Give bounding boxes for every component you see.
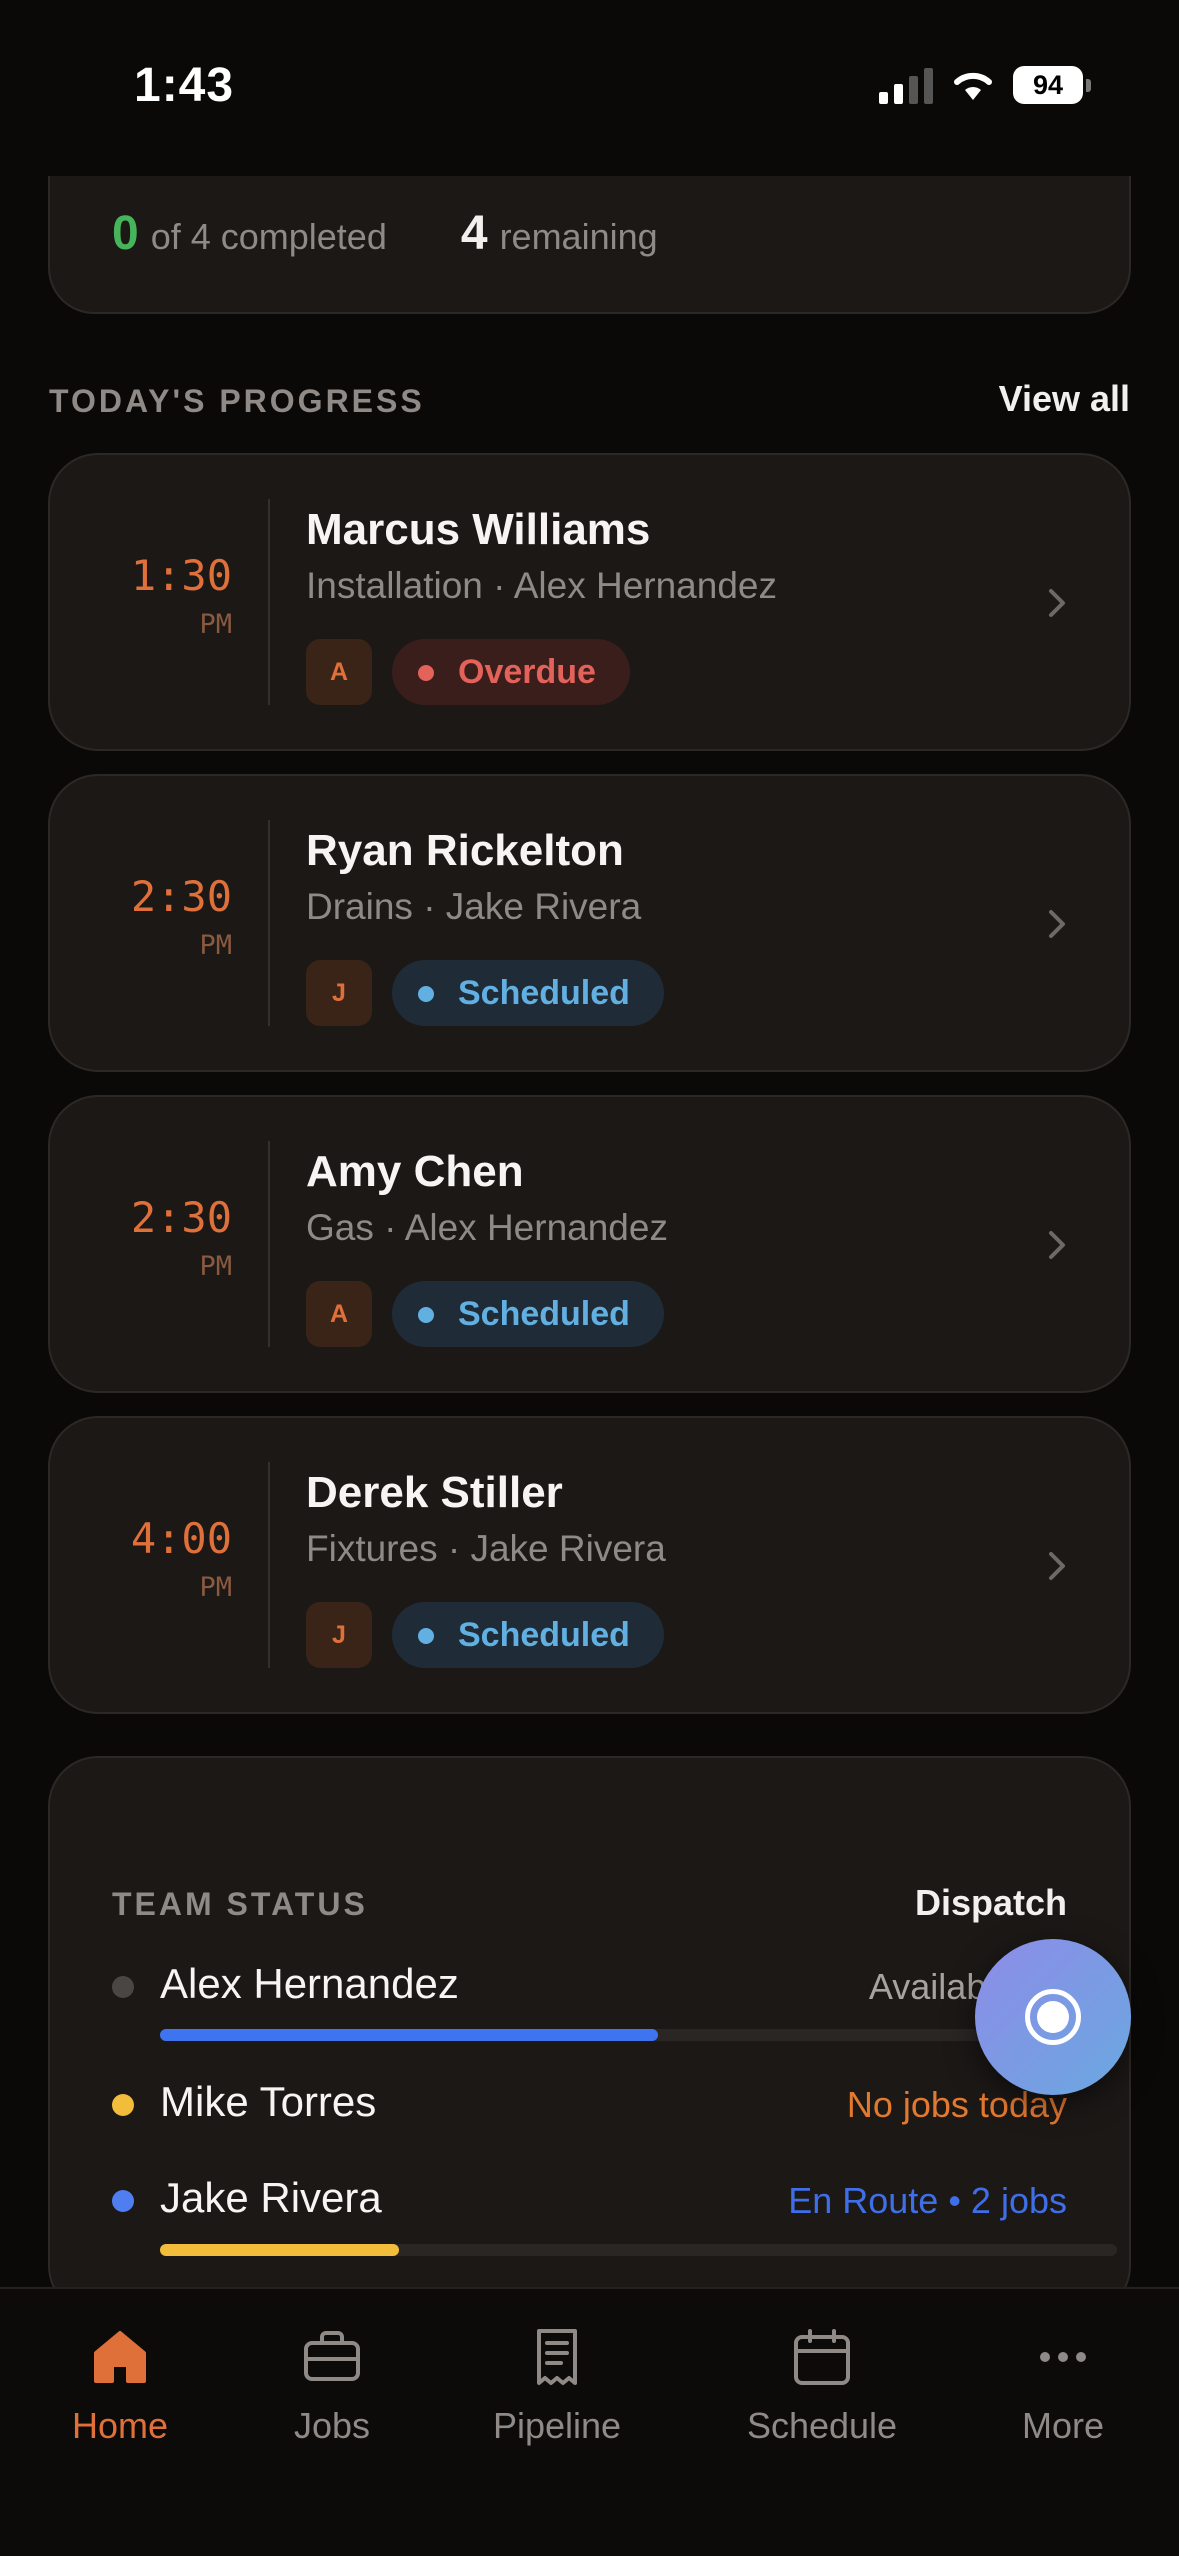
job-card[interactable]: 1:30 PM Marcus Williams Installation · A…: [48, 453, 1131, 751]
job-details: Fixtures · Jake Rivera: [306, 1528, 666, 1569]
job-time: 2:30: [130, 1193, 232, 1242]
home-icon: [94, 2331, 146, 2383]
tab-label: Home: [71, 2405, 169, 2446]
status-dot: [418, 1307, 434, 1323]
dispatch-link[interactable]: Dispatch: [915, 1882, 1067, 1924]
status-bar: 1:43 94: [0, 0, 1179, 176]
assignee-avatar: J: [306, 1602, 372, 1668]
chevron-right-icon: [1049, 1231, 1065, 1259]
member-status: En Route • 2 jobs: [788, 2180, 1067, 2221]
tab-home[interactable]: Home: [20, 2325, 220, 2447]
divider: [268, 820, 270, 1026]
workload-fill: [160, 2029, 658, 2041]
job-customer-name: Amy Chen: [306, 1147, 524, 1196]
tab-jobs[interactable]: Jobs: [232, 2325, 432, 2447]
job-card[interactable]: 2:30 PM Ryan Rickelton Drains · Jake Riv…: [48, 774, 1131, 1072]
view-all-link[interactable]: View all: [999, 378, 1130, 420]
job-time: 4:00: [130, 1514, 232, 1563]
job-card[interactable]: 2:30 PM Amy Chen Gas · Alex Hernandez A …: [48, 1095, 1131, 1393]
tab-label: Pipeline: [492, 2405, 622, 2446]
status-badge: Overdue: [392, 639, 630, 705]
chevron-right-icon: [1049, 910, 1065, 938]
status-dot: [418, 1628, 434, 1644]
member-status-dot: [112, 2094, 134, 2116]
completion-summary-card: 0 of 4 completed 4 remaining: [48, 176, 1131, 314]
tab-label: Jobs: [293, 2405, 371, 2446]
team-status-title: TEAM STATUS: [112, 1886, 368, 1922]
job-details: Drains · Jake Rivera: [306, 886, 642, 927]
calendar-icon: [794, 2329, 850, 2385]
status-label: Scheduled: [458, 973, 630, 1012]
chevron-right-icon: [1049, 589, 1065, 617]
status-label: Scheduled: [458, 1615, 630, 1654]
job-ampm: PM: [199, 1572, 232, 1603]
job-details: Installation · Alex Hernandez: [306, 565, 777, 606]
assignee-avatar: A: [306, 1281, 372, 1347]
tab-label: Schedule: [746, 2405, 898, 2446]
briefcase-icon: [304, 2331, 360, 2381]
job-card[interactable]: 4:00 PM Derek Stiller Fixtures · Jake Ri…: [48, 1416, 1131, 1714]
team-status-card: TEAM STATUS Dispatch Alex Hernandez Avai…: [48, 1756, 1131, 2316]
tab-label: More: [1021, 2405, 1105, 2446]
battery-icon: 94: [1013, 66, 1091, 104]
workload-bar: [160, 2244, 1117, 2256]
status-time: 1:43: [134, 59, 235, 112]
member-name[interactable]: Jake Rivera: [160, 2174, 382, 2222]
workload-bar: [160, 2029, 1117, 2041]
completed-label: of 4 completed: [150, 216, 387, 257]
assignee-avatar: J: [306, 960, 372, 1026]
job-ampm: PM: [199, 930, 232, 961]
job-ampm: PM: [199, 609, 232, 640]
job-time: 2:30: [130, 872, 232, 921]
more-icon: [1040, 2352, 1086, 2362]
member-status-dot: [112, 1976, 134, 1998]
status-label: Scheduled: [458, 1294, 630, 1333]
divider: [268, 1462, 270, 1668]
remaining-label: remaining: [499, 216, 658, 257]
chevron-right-icon: [1049, 1552, 1065, 1580]
progress-section-title: TODAY'S PROGRESS: [49, 383, 425, 419]
member-name[interactable]: Alex Hernandez: [160, 1960, 459, 2008]
job-customer-name: Ryan Rickelton: [306, 826, 624, 875]
status-badge: Scheduled: [392, 1602, 664, 1668]
status-indicators: 94: [879, 66, 1091, 104]
job-ampm: PM: [199, 1251, 232, 1282]
tab-more[interactable]: More: [963, 2325, 1163, 2447]
record-fab-button[interactable]: [975, 1939, 1131, 2095]
status-dot: [418, 986, 434, 1002]
assignee-avatar: A: [306, 639, 372, 705]
completed-count: 0: [112, 207, 139, 260]
divider: [268, 499, 270, 705]
job-customer-name: Derek Stiller: [306, 1468, 563, 1517]
status-dot: [418, 665, 434, 681]
workload-fill: [160, 2244, 400, 2256]
member-status-dot: [112, 2190, 134, 2212]
battery-level: 94: [1013, 66, 1083, 104]
status-badge: Scheduled: [392, 1281, 664, 1347]
receipt-icon: [537, 2329, 577, 2385]
job-customer-name: Marcus Williams: [306, 505, 651, 554]
cellular-signal-icon: [879, 66, 933, 104]
job-details: Gas · Alex Hernandez: [306, 1207, 668, 1248]
status-badge: Scheduled: [392, 960, 664, 1026]
bottom-tab-bar: Home Jobs Pipeline Schedule More: [0, 2287, 1179, 2556]
status-label: Overdue: [458, 652, 596, 691]
remaining-count: 4: [460, 207, 488, 260]
record-icon: [1025, 1989, 1081, 2045]
job-time: 1:30: [130, 551, 232, 600]
divider: [268, 1141, 270, 1347]
wifi-icon: [954, 72, 992, 100]
tab-pipeline[interactable]: Pipeline: [457, 2325, 657, 2447]
member-name[interactable]: Mike Torres: [160, 2078, 376, 2126]
tab-schedule[interactable]: Schedule: [722, 2325, 922, 2447]
